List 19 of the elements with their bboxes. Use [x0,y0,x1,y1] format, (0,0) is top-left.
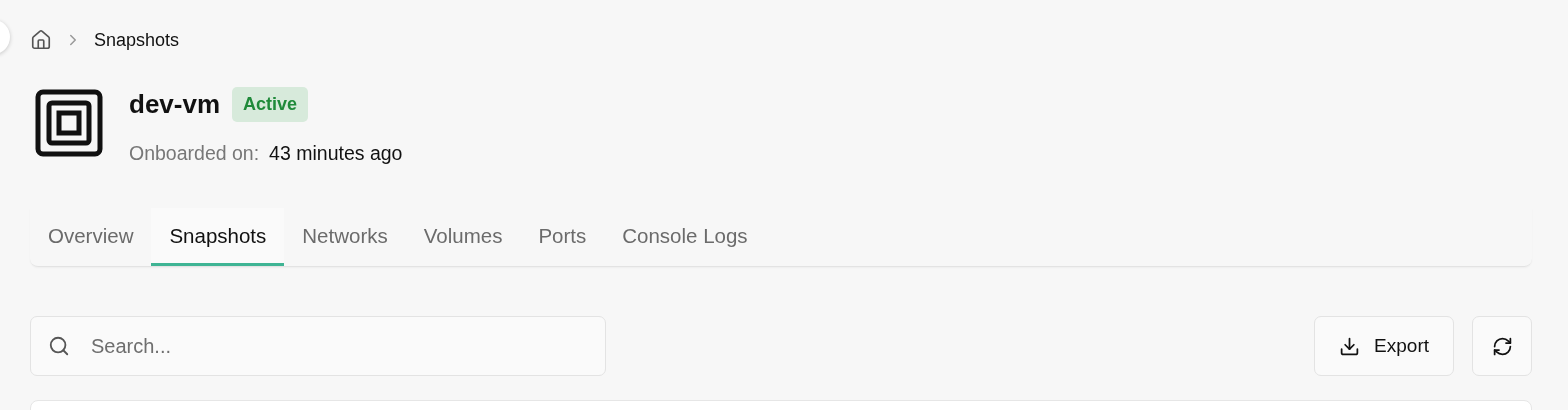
breadcrumb-current: Snapshots [94,29,180,51]
refresh-button[interactable] [1472,316,1532,376]
refresh-icon [1491,335,1513,357]
tab[interactable]: Networks [284,208,406,266]
tab[interactable]: Volumes [405,208,521,266]
tab[interactable]: Console Logs [604,208,766,266]
onboarded-label: Onboarded on: [129,142,260,165]
onboarded-value: 43 minutes ago [269,142,403,165]
tab[interactable]: Snapshots [151,208,285,266]
tab[interactable]: Overview [30,208,152,266]
export-button[interactable]: Export [1314,316,1454,376]
nested-squares-icon [35,89,103,157]
status-badge: Active [232,87,309,122]
home-icon[interactable] [30,29,52,51]
tab[interactable]: Ports [520,208,605,266]
vm-name: dev-vm [129,89,221,120]
search-icon [48,335,70,357]
search-field[interactable]: Search... [30,316,606,376]
download-icon [1339,335,1361,357]
